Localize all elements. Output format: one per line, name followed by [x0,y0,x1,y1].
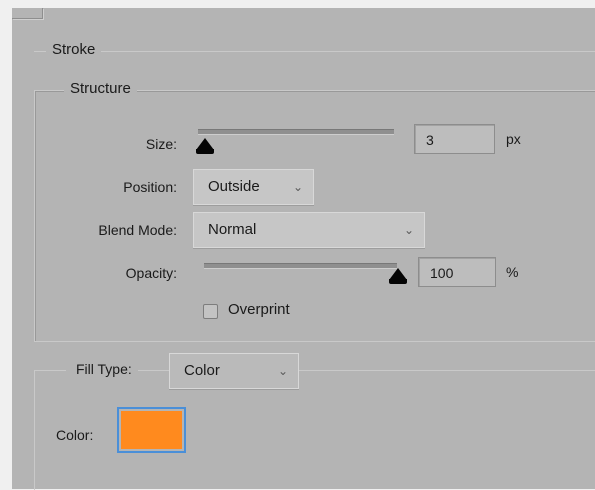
fill-type-selected-value: Color [184,362,220,379]
chevron-down-icon: ⌄ [277,364,288,378]
opacity-slider-track[interactable] [204,263,397,269]
color-swatch-fill [121,411,182,449]
blend-mode-label: Blend Mode: [98,222,177,238]
position-selected-value: Outside [208,178,260,195]
panel-edge-notch [12,8,43,19]
position-label: Position: [123,179,177,195]
size-label: Size: [145,136,177,152]
overprint-label: Overprint [228,301,290,318]
size-unit: px [506,131,521,147]
opacity-slider-thumb[interactable] [389,268,407,284]
color-label: Color: [56,427,94,443]
size-input[interactable]: 3 [414,124,495,154]
position-dropdown[interactable]: Outside ⌄ [193,169,314,205]
opacity-unit: % [506,264,519,280]
chevron-down-icon: ⌄ [292,180,303,194]
structure-group-title: Structure [64,79,137,99]
fill-section-left-edge [34,370,35,490]
layer-style-panel: Stroke Structure Size: 3 px Position: Ou… [12,8,595,490]
fill-type-label: Fill Type: [66,359,138,379]
opacity-label: Opacity: [125,265,177,281]
size-slider-track[interactable] [198,129,394,135]
stroke-section-line [34,51,595,52]
fill-type-dropdown[interactable]: Color ⌄ [169,353,299,389]
blend-mode-dropdown[interactable]: Normal ⌄ [193,212,425,248]
opacity-input[interactable]: 100 [418,257,496,287]
stroke-section-title: Stroke [46,40,102,60]
blend-mode-selected-value: Normal [208,221,257,238]
chevron-down-icon: ⌄ [403,223,414,237]
overprint-checkbox[interactable] [203,304,218,319]
color-swatch[interactable] [117,407,186,453]
size-slider-thumb[interactable] [196,138,214,154]
